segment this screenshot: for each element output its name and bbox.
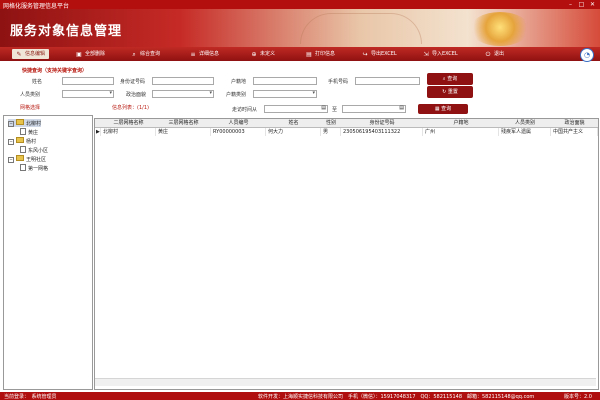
collapse-icon: −: [8, 157, 14, 163]
app-logo-icon: ◔: [580, 48, 594, 62]
household-type-select[interactable]: [253, 90, 317, 98]
title-bar: 网格化服务管理信息平台 – □ ✕: [0, 0, 600, 10]
maximize-button[interactable]: □: [577, 1, 586, 8]
toolbar-detail-button[interactable]: ≡ 详细信息: [190, 49, 219, 59]
tree-node-dongfeng[interactable]: 东风小区: [20, 146, 48, 154]
calendar-icon: ▤: [321, 105, 326, 111]
column-header[interactable]: 姓名: [266, 119, 322, 128]
print-icon: ▤: [306, 51, 312, 58]
id-number-label: 身份证号码: [120, 79, 146, 85]
table-cell[interactable]: 黄庄: [156, 128, 211, 136]
visit-date-from-input[interactable]: ▤: [264, 105, 328, 113]
current-user-text: 当前登录： 系统管理员: [4, 394, 57, 400]
toolbar-undefined-button[interactable]: ⊕ 未定义: [251, 49, 275, 59]
version-text: 版本号：2.0: [564, 394, 592, 400]
horizontal-scrollbar[interactable]: [95, 378, 596, 386]
toolbar-query-button[interactable]: ⌕ 综合查询: [131, 49, 160, 59]
search-icon: ⌕: [132, 51, 136, 58]
table-cell[interactable]: RY00000003: [211, 128, 266, 136]
date-query-button[interactable]: ▦ 查询: [418, 104, 468, 114]
political-status-label: 政治面貌: [126, 92, 147, 98]
toolbar-print-button[interactable]: ▤ 打印信息: [306, 49, 335, 59]
table-cell[interactable]: 广州: [423, 128, 499, 136]
column-header[interactable]: 户籍地: [423, 119, 500, 128]
network-select-label: 网格选择: [20, 105, 41, 111]
folder-icon: [16, 137, 24, 143]
document-icon: [20, 164, 26, 171]
import-icon: ⇲: [423, 51, 429, 58]
toolbar-export-button[interactable]: ↪ 导出EXCEL: [362, 49, 396, 59]
name-label: 姓名: [32, 79, 43, 85]
table-cell[interactable]: 北柳村: [101, 128, 156, 136]
toolbar-delete-all-button[interactable]: ▣ 全部删除: [76, 49, 105, 59]
phone-label: 手机号码: [328, 79, 349, 85]
political-status-select[interactable]: [152, 90, 214, 98]
tree-node-first-grid[interactable]: 第一网格: [20, 164, 48, 172]
circle-plus-icon: ⊕: [251, 51, 257, 58]
tree-node-beiliu[interactable]: − 北柳村: [8, 119, 42, 127]
search-button[interactable]: ⌕ 查询: [427, 73, 473, 85]
toolbar-edit-button[interactable]: ✎ 信息编辑: [12, 49, 50, 59]
household-label: 户籍地: [231, 79, 247, 85]
id-number-input[interactable]: [152, 77, 214, 85]
developer-info-text: 软件开发：上海顺实捷信科技有限公司 手机（微信）：15917048317 QQ：…: [258, 394, 535, 400]
column-header[interactable]: 三层网格名称: [156, 119, 212, 128]
temple-decoration: [300, 13, 422, 44]
toolbar: ✎ 信息编辑 ▣ 全部删除 ⌕ 综合查询 ≡ 详细信息 ⊕ 未定义 ▤ 打印信息 ↪ 导出EX…: [0, 47, 600, 62]
info-list-label: 信息列表：(1/1): [112, 105, 149, 111]
calendar-icon: ▤: [399, 105, 404, 111]
visit-date-label: 走访时间从: [232, 107, 258, 113]
toolbar-import-button[interactable]: ⇲ 导入EXCEL: [423, 49, 457, 59]
tree-node-huangzhuang[interactable]: 黄庄: [20, 128, 38, 136]
household-input[interactable]: [253, 77, 317, 85]
page-title: 服务对象信息管理: [10, 24, 123, 39]
header-banner: 服务对象信息管理: [0, 9, 600, 47]
column-header[interactable]: 身份证号码: [341, 119, 424, 128]
status-bar: 当前登录： 系统管理员 软件开发：上海顺实捷信科技有限公司 手机（微信）：159…: [0, 392, 600, 400]
tree-node-wangming[interactable]: − 王明社区: [8, 155, 46, 163]
table-cell[interactable]: 男: [321, 128, 341, 136]
info-list-count: (1/1): [137, 105, 149, 111]
table-cell[interactable]: 230506195403111322: [341, 128, 423, 136]
emblem-decoration: [470, 12, 530, 46]
person-type-select[interactable]: [62, 90, 114, 98]
table-cell[interactable]: 何大力: [266, 128, 321, 136]
folder-icon: [16, 119, 24, 125]
reset-button[interactable]: ↻ 重置: [427, 86, 473, 98]
trash-icon: ▣: [76, 51, 82, 58]
export-icon: ↪: [362, 51, 368, 58]
folder-icon: [16, 155, 24, 161]
visit-date-to-input[interactable]: ▤: [342, 105, 406, 113]
collapse-icon: −: [8, 121, 14, 127]
name-input[interactable]: [62, 77, 114, 85]
toolbar-exit-button[interactable]: ⏻ 退出: [485, 49, 504, 59]
exit-icon: ⏻: [485, 51, 491, 58]
column-header[interactable]: 人员类别: [499, 119, 552, 128]
quick-search-title: 快捷查询（支持关键字查询）: [22, 68, 88, 74]
close-button[interactable]: ✕: [588, 1, 597, 8]
collapse-icon: −: [8, 139, 14, 145]
minimize-button[interactable]: –: [566, 1, 575, 8]
list-icon: ≡: [190, 51, 196, 58]
column-header[interactable]: 政治面貌: [551, 119, 598, 128]
column-header[interactable]: 二层网格名称: [101, 119, 157, 128]
column-header[interactable]: 性别: [321, 119, 342, 128]
document-icon: [20, 128, 26, 135]
tree-node-yangcun[interactable]: − 杨村: [8, 137, 36, 145]
info-table: 二层网格名称 三层网格名称 人员编号 姓名 性别 身份证号码 户籍地 人员类别 …: [94, 118, 599, 390]
table-cell[interactable]: 残疾军人遗属: [499, 128, 551, 136]
household-type-label: 户籍类别: [226, 92, 247, 98]
column-header[interactable]: 人员编号: [211, 119, 267, 128]
date-to-label: 至: [332, 107, 338, 113]
network-tree: − 北柳村 黄庄 − 杨村 东风小区 − 王明社区 第一网格: [3, 115, 93, 390]
document-icon: [20, 146, 26, 153]
table-cell[interactable]: 中国共产主义: [551, 128, 598, 136]
person-type-label: 人员类别: [20, 92, 41, 98]
edit-icon: ✎: [16, 51, 22, 58]
phone-input[interactable]: [355, 77, 420, 85]
